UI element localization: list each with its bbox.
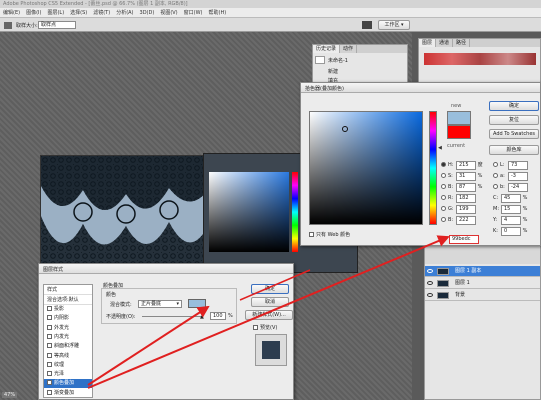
arrow-to-hex: [87, 235, 450, 389]
annotation-arrows: [87, 235, 450, 389]
arrow-link: [239, 269, 311, 301]
